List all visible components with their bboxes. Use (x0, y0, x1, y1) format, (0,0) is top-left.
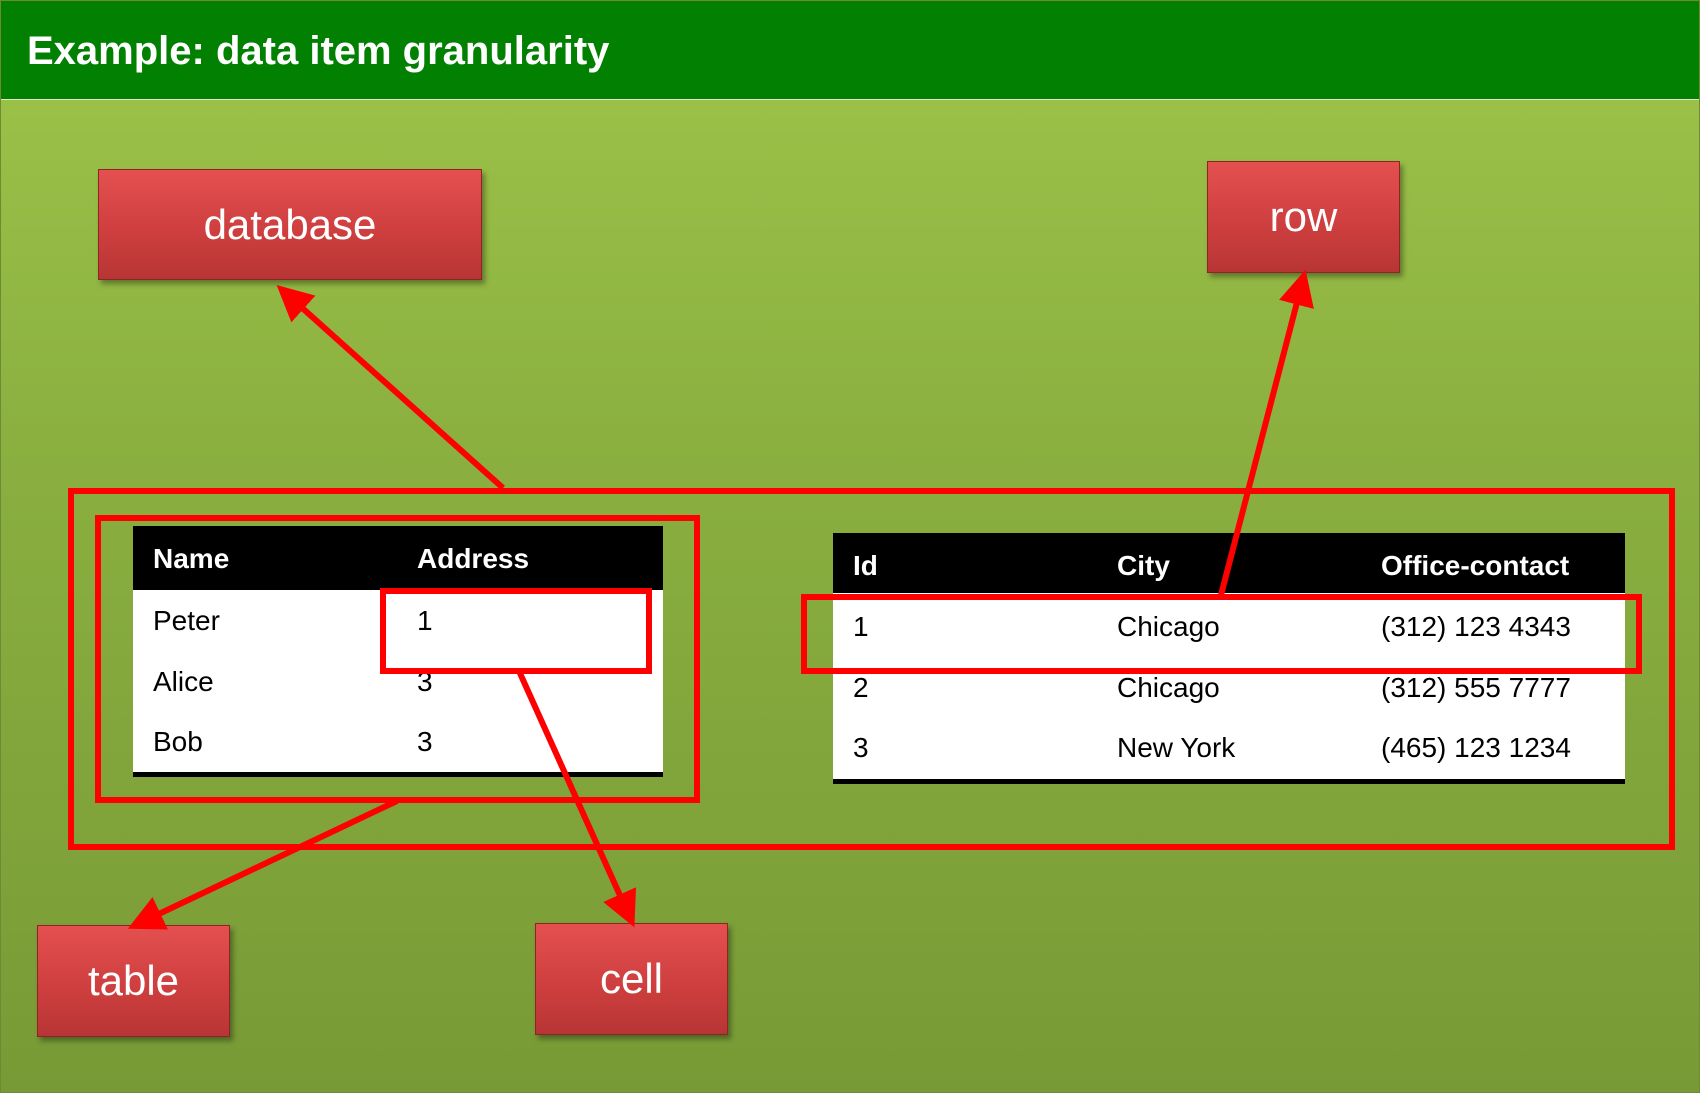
database-arrow (276, 284, 506, 491)
row-highlight-box (801, 594, 1642, 674)
table-arrow (127, 798, 399, 930)
table-highlight-box (95, 515, 700, 803)
slide: Example: data item granularity Name Addr… (0, 0, 1700, 1093)
cell-highlight-box (380, 588, 652, 674)
row-arrow (1218, 269, 1314, 596)
annotation-overlay (68, 269, 1675, 930)
cell-arrow (516, 669, 637, 928)
